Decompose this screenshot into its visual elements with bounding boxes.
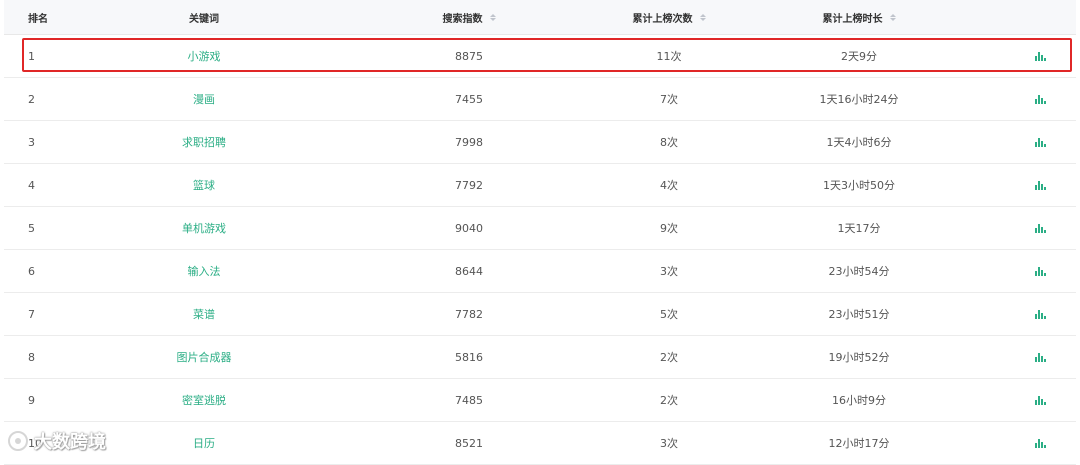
keyword-ranking-table: 排名 关键词 搜索指数 累计上榜次数 累计上榜时长 1 小游戏 8875 11次 2天9… xyxy=(4,0,1076,465)
times-cell: 9次 xyxy=(660,222,678,235)
bar-chart-icon[interactable] xyxy=(1034,438,1046,448)
trend-button[interactable] xyxy=(1030,336,1050,378)
duration-cell: 1天4小时6分 xyxy=(826,136,892,149)
bar-chart-icon[interactable] xyxy=(1034,395,1046,405)
duration-cell: 1天17分 xyxy=(837,222,881,235)
table-row: 6 输入法 8644 3次 23小时54分 xyxy=(4,250,1076,293)
duration-cell: 12小时17分 xyxy=(828,437,890,450)
duration-cell: 1天3小时50分 xyxy=(823,179,895,192)
keyword-link[interactable]: 图片合成器 xyxy=(124,336,284,378)
trend-button[interactable] xyxy=(1030,250,1050,292)
bar-chart-icon[interactable] xyxy=(1034,94,1046,104)
keyword-link[interactable]: 日历 xyxy=(124,422,284,464)
watermark-logo-icon xyxy=(8,431,28,451)
search-index-cell: 8521 xyxy=(455,436,483,450)
watermark: 大数跨境 xyxy=(8,428,106,454)
search-index-cell: 7792 xyxy=(455,178,483,192)
keyword-link[interactable]: 单机游戏 xyxy=(124,207,284,249)
bar-chart-icon[interactable] xyxy=(1034,266,1046,276)
table-row: 10 日历 8521 3次 12小时17分 xyxy=(4,422,1076,465)
rank-cell: 6 xyxy=(28,264,35,278)
bar-chart-icon[interactable] xyxy=(1034,309,1046,319)
trend-button[interactable] xyxy=(1030,121,1050,163)
trend-button[interactable] xyxy=(1030,379,1050,421)
duration-cell: 2天9分 xyxy=(841,50,877,63)
search-index-cell: 7485 xyxy=(455,393,483,407)
trend-button[interactable] xyxy=(1030,207,1050,249)
header-times[interactable]: 累计上榜次数 xyxy=(604,0,734,34)
header-search-index[interactable]: 搜索指数 xyxy=(404,0,534,34)
keyword-link[interactable]: 求职招聘 xyxy=(124,121,284,163)
bar-chart-icon[interactable] xyxy=(1034,137,1046,147)
duration-cell: 23小时51分 xyxy=(828,308,890,321)
table-row: 4 篮球 7792 4次 1天3小时50分 xyxy=(4,164,1076,207)
times-cell: 11次 xyxy=(656,50,682,63)
rank-cell: 7 xyxy=(28,307,35,321)
keyword-link[interactable]: 篮球 xyxy=(124,164,284,206)
times-cell: 2次 xyxy=(660,394,678,407)
header-keyword: 关键词 xyxy=(189,13,219,25)
trend-button[interactable] xyxy=(1030,293,1050,335)
table-row: 2 漫画 7455 7次 1天16小时24分 xyxy=(4,78,1076,121)
search-index-cell: 7455 xyxy=(455,92,483,106)
duration-cell: 23小时54分 xyxy=(828,265,890,278)
rank-cell: 3 xyxy=(28,135,35,149)
search-index-cell: 8875 xyxy=(455,49,483,63)
keyword-link[interactable]: 漫画 xyxy=(124,78,284,120)
times-cell: 8次 xyxy=(660,136,678,149)
times-cell: 4次 xyxy=(660,179,678,192)
table-row: 3 求职招聘 7998 8次 1天4小时6分 xyxy=(4,121,1076,164)
times-cell: 2次 xyxy=(660,351,678,364)
rank-cell: 9 xyxy=(28,393,35,407)
duration-cell: 19小时52分 xyxy=(828,351,890,364)
table-row: 9 密室逃脱 7485 2次 16小时9分 xyxy=(4,379,1076,422)
trend-button[interactable] xyxy=(1030,78,1050,120)
sort-icon[interactable] xyxy=(699,13,706,21)
bar-chart-icon[interactable] xyxy=(1034,180,1046,190)
duration-cell: 16小时9分 xyxy=(832,394,886,407)
header-duration[interactable]: 累计上榜时长 xyxy=(784,0,934,34)
header-rank: 排名 xyxy=(28,13,48,25)
keyword-link[interactable]: 菜谱 xyxy=(124,293,284,335)
rank-cell: 4 xyxy=(28,178,35,192)
times-cell: 3次 xyxy=(660,265,678,278)
keyword-link[interactable]: 小游戏 xyxy=(124,35,284,77)
table-row: 8 图片合成器 5816 2次 19小时52分 xyxy=(4,336,1076,379)
rank-cell: 5 xyxy=(28,221,35,235)
times-cell: 5次 xyxy=(660,308,678,321)
duration-cell: 1天16小时24分 xyxy=(819,93,899,106)
bar-chart-icon[interactable] xyxy=(1034,223,1046,233)
search-index-cell: 9040 xyxy=(455,221,483,235)
keyword-link[interactable]: 输入法 xyxy=(124,250,284,292)
table-row: 7 菜谱 7782 5次 23小时51分 xyxy=(4,293,1076,336)
table-body: 1 小游戏 8875 11次 2天9分 2 漫画 7455 7次 1天16小时24分 3 求职招聘 79… xyxy=(4,35,1076,465)
trend-button[interactable] xyxy=(1030,164,1050,206)
table-row: 5 单机游戏 9040 9次 1天17分 xyxy=(4,207,1076,250)
bar-chart-icon[interactable] xyxy=(1034,51,1046,61)
search-index-cell: 8644 xyxy=(455,264,483,278)
rank-cell: 8 xyxy=(28,350,35,364)
rank-cell: 1 xyxy=(28,49,35,63)
bar-chart-icon[interactable] xyxy=(1034,352,1046,362)
trend-button[interactable] xyxy=(1030,422,1050,464)
table-row: 1 小游戏 8875 11次 2天9分 xyxy=(4,35,1076,78)
search-index-cell: 7782 xyxy=(455,307,483,321)
rank-cell: 2 xyxy=(28,92,35,106)
times-cell: 3次 xyxy=(660,437,678,450)
search-index-cell: 5816 xyxy=(455,350,483,364)
times-cell: 7次 xyxy=(660,93,678,106)
table-header: 排名 关键词 搜索指数 累计上榜次数 累计上榜时长 xyxy=(4,0,1076,35)
trend-button[interactable] xyxy=(1030,35,1050,77)
keyword-link[interactable]: 密室逃脱 xyxy=(124,379,284,421)
sort-icon[interactable] xyxy=(889,13,896,21)
sort-icon[interactable] xyxy=(489,13,496,21)
search-index-cell: 7998 xyxy=(455,135,483,149)
